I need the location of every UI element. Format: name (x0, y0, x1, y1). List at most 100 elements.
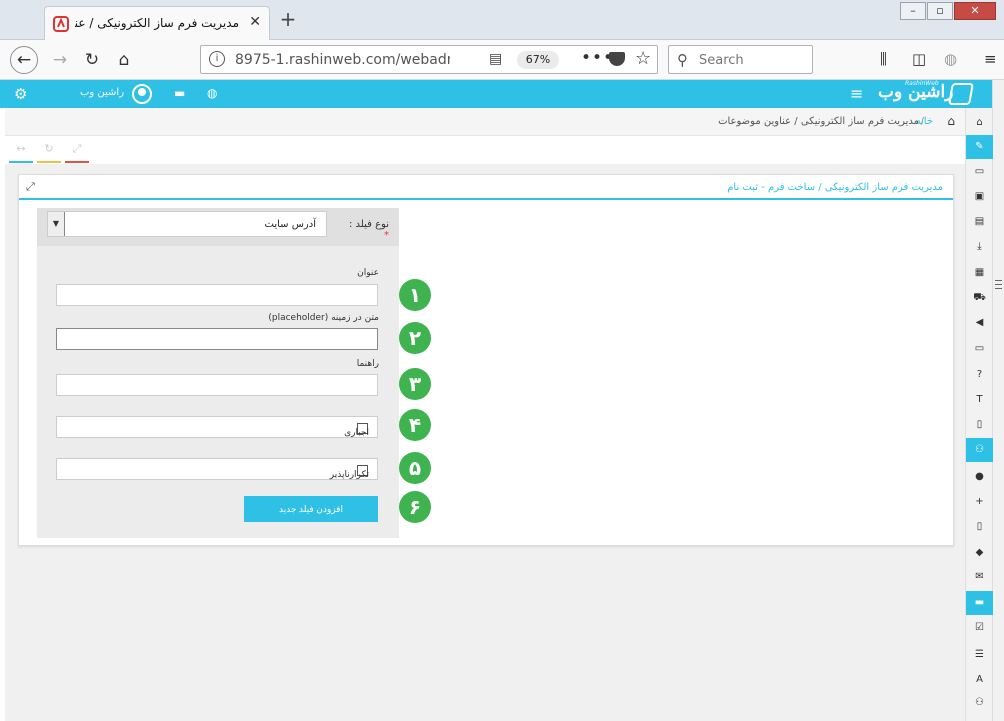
zoom-level[interactable]: 67% (517, 51, 559, 69)
help-input[interactable] (56, 374, 378, 396)
step-badge: ۲ (399, 322, 431, 354)
sidebar-item-speaker-icon[interactable]: ◀ (966, 311, 993, 335)
field-type-row: نوع فیلد : * ▼ آدرس سایت (37, 208, 399, 246)
title-input[interactable] (56, 284, 378, 306)
required-label: اجباری (344, 428, 369, 438)
sidebar-item-card-icon[interactable]: ▭ (966, 160, 993, 184)
repeatable-label: تکرارناپذیر (329, 470, 369, 480)
search-icon: ⚲ (677, 51, 688, 69)
panel-title: مدیریت فرم ساز الکترونیکی / ساخت فرم - ث… (727, 182, 943, 193)
info-icon[interactable]: i (209, 51, 225, 67)
step-badge: ۳ (399, 368, 431, 400)
home-button[interactable]: ⌂ (110, 46, 138, 74)
step-badge: ۶ (399, 491, 431, 523)
breadcrumb: ⌂ خانه / مدیریت فرم ساز الکترونیکی / عنا… (5, 108, 965, 136)
sidebar-item-list-icon[interactable]: ☰ (966, 643, 993, 667)
placeholder-input[interactable] (56, 328, 378, 350)
form-panel: ⤢ مدیریت فرم ساز الکترونیکی / ساخت فرم -… (18, 174, 954, 546)
sidebar-item-mobile-icon[interactable]: ▯ (966, 515, 993, 539)
globe-addon-icon[interactable]: ◍ (944, 50, 957, 68)
step-badge: ۵ (399, 452, 431, 484)
help-label: راهنما (356, 359, 379, 369)
browser-navbar: ← → ↻ ⌂ i 8975-1.rashinweb.com/webadmin/… (0, 40, 1004, 80)
url-text[interactable]: 8975-1.rashinweb.com/webadmin/ (235, 52, 450, 68)
toolbar-row: ↔ ↻ ⤢ (5, 136, 965, 164)
browser-titlebar: مدیریت فرم ساز الکترونیکی / عناوی ✕ + – … (0, 0, 1004, 40)
resize-horizontal-icon[interactable]: ↔ (9, 142, 33, 163)
sidebar-item-check-icon[interactable]: ☑ (966, 616, 993, 640)
field-type-select[interactable]: ▼ آدرس سایت (47, 211, 327, 237)
sidebar-item-image-icon[interactable]: ▣ (966, 185, 993, 209)
window-close-button[interactable]: ✕ (954, 2, 996, 20)
sidebar-item-download-icon[interactable]: ⤓ (966, 235, 993, 259)
sidebar-item-pencil-icon[interactable]: ✎ (966, 135, 993, 159)
logo-text: راشین وب (878, 82, 954, 102)
sidebar-item-document-icon[interactable]: ▯ (966, 413, 993, 437)
minimize-button[interactable]: – (900, 2, 926, 20)
username[interactable]: راشین وب (80, 87, 124, 98)
sidebar-item-group-icon[interactable]: ⚇ (966, 691, 993, 715)
refresh-icon[interactable]: ↻ (37, 142, 61, 163)
sidebar-item-chat-icon[interactable]: ◆ (966, 541, 993, 565)
field-form: نوع فیلد : * ▼ آدرس سایت عنوان متن در زم… (37, 208, 399, 538)
reload-button[interactable]: ↻ (78, 46, 106, 74)
sidebar-toggle-icon[interactable]: ◫ (912, 50, 926, 68)
sidebar-item-cart-icon[interactable]: ⛟ (966, 286, 993, 310)
field-type-label: نوع فیلد : (349, 219, 389, 230)
sidebar-item-user-plus-icon[interactable]: + (966, 490, 993, 514)
scrollbar-grip-icon[interactable] (995, 270, 1002, 300)
panel-header: ⤢ مدیریت فرم ساز الکترونیکی / ساخت فرم -… (19, 175, 953, 200)
url-bar[interactable]: i 8975-1.rashinweb.com/webadmin/ ▤ 67% •… (200, 45, 658, 74)
add-field-button[interactable]: افزودن فیلد جدید (244, 496, 378, 522)
maximize-button[interactable]: ▫ (927, 2, 953, 20)
sidebar-item-user-icon[interactable]: ● (966, 465, 993, 489)
sidebar-item-monitor-icon[interactable]: ▭ (966, 337, 993, 361)
library-icon[interactable]: ⫼ (880, 50, 887, 68)
site-favicon-icon (53, 16, 69, 32)
step-badge: ۴ (399, 409, 431, 441)
sidebar-item-text-icon[interactable]: T (966, 388, 993, 412)
fullscreen-icon[interactable]: ⤢ (65, 142, 89, 163)
sidebar-item-users-icon[interactable]: ⚇ (966, 438, 993, 462)
sidebar-item-mail-icon[interactable]: ✉ (966, 565, 993, 589)
search-input[interactable] (699, 51, 804, 69)
hamburger-menu-icon[interactable]: ≡ (984, 50, 997, 68)
news-icon[interactable]: ▬ (174, 86, 185, 100)
field-type-value: آدرس سایت (264, 219, 316, 230)
new-tab-button[interactable]: + (277, 8, 299, 30)
dropdown-arrow-icon[interactable]: ▼ (48, 212, 65, 236)
browser-tab[interactable]: مدیریت فرم ساز الکترونیکی / عناوی ✕ (44, 6, 270, 40)
breadcrumb-separator: / (920, 116, 924, 127)
sidebar-item-font-icon[interactable]: A (966, 668, 993, 692)
page-scrollbar[interactable] (992, 80, 1004, 721)
logo-mark-icon (948, 83, 974, 105)
menu-toggle-icon[interactable]: ≡ (850, 84, 863, 103)
step-badge: ۱ (399, 279, 431, 311)
pocket-icon[interactable] (609, 52, 625, 66)
sidebar-item-file-icon[interactable]: ▤ (966, 210, 993, 234)
sidebar-item-home-icon[interactable]: ⌂ (966, 111, 993, 135)
tab-title: مدیریت فرم ساز الکترونیکی / عناوی (75, 16, 239, 30)
globe-icon[interactable]: ◍ (207, 86, 217, 100)
back-button[interactable]: ← (10, 46, 38, 74)
gear-icon[interactable]: ⚙ (14, 85, 27, 103)
tab-close-icon[interactable]: ✕ (249, 14, 261, 30)
app-header: ⚙ راشین وب ▬ ◍ ≡ RashinWeb راشین وب (0, 80, 997, 108)
window-controls: – ▫ ✕ (900, 2, 996, 20)
bookmark-star-icon[interactable]: ☆ (635, 48, 651, 69)
search-box[interactable]: ⚲ (668, 45, 813, 74)
breadcrumb-path: مدیریت فرم ساز الکترونیکی / عناوین موضوع… (718, 116, 919, 127)
sidebar-item-folder-icon[interactable]: ▬ (966, 591, 993, 615)
expand-icon[interactable]: ⤢ (26, 180, 35, 194)
sidebar-item-film-icon[interactable]: ▦ (966, 261, 993, 285)
forward-button[interactable]: → (46, 46, 74, 74)
right-sidebar: ⌂ ✎ ▭ ▣ ▤ ⤓ ▦ ⛟ ◀ ▭? T ▯ ⚇ ● + ▯ ◆ ✉ ▬ ☑ ☰ A ⚇ (965, 108, 993, 721)
required-mark: * (384, 230, 389, 241)
avatar[interactable] (132, 84, 152, 104)
placeholder-label: متن در زمینه (placeholder) (268, 313, 379, 323)
required-row (56, 416, 378, 438)
title-label: عنوان (357, 268, 379, 278)
sidebar-item-question-icon[interactable]: ? (966, 363, 993, 387)
reader-view-icon[interactable]: ▤ (489, 51, 502, 67)
home-icon[interactable]: ⌂ (947, 114, 955, 128)
